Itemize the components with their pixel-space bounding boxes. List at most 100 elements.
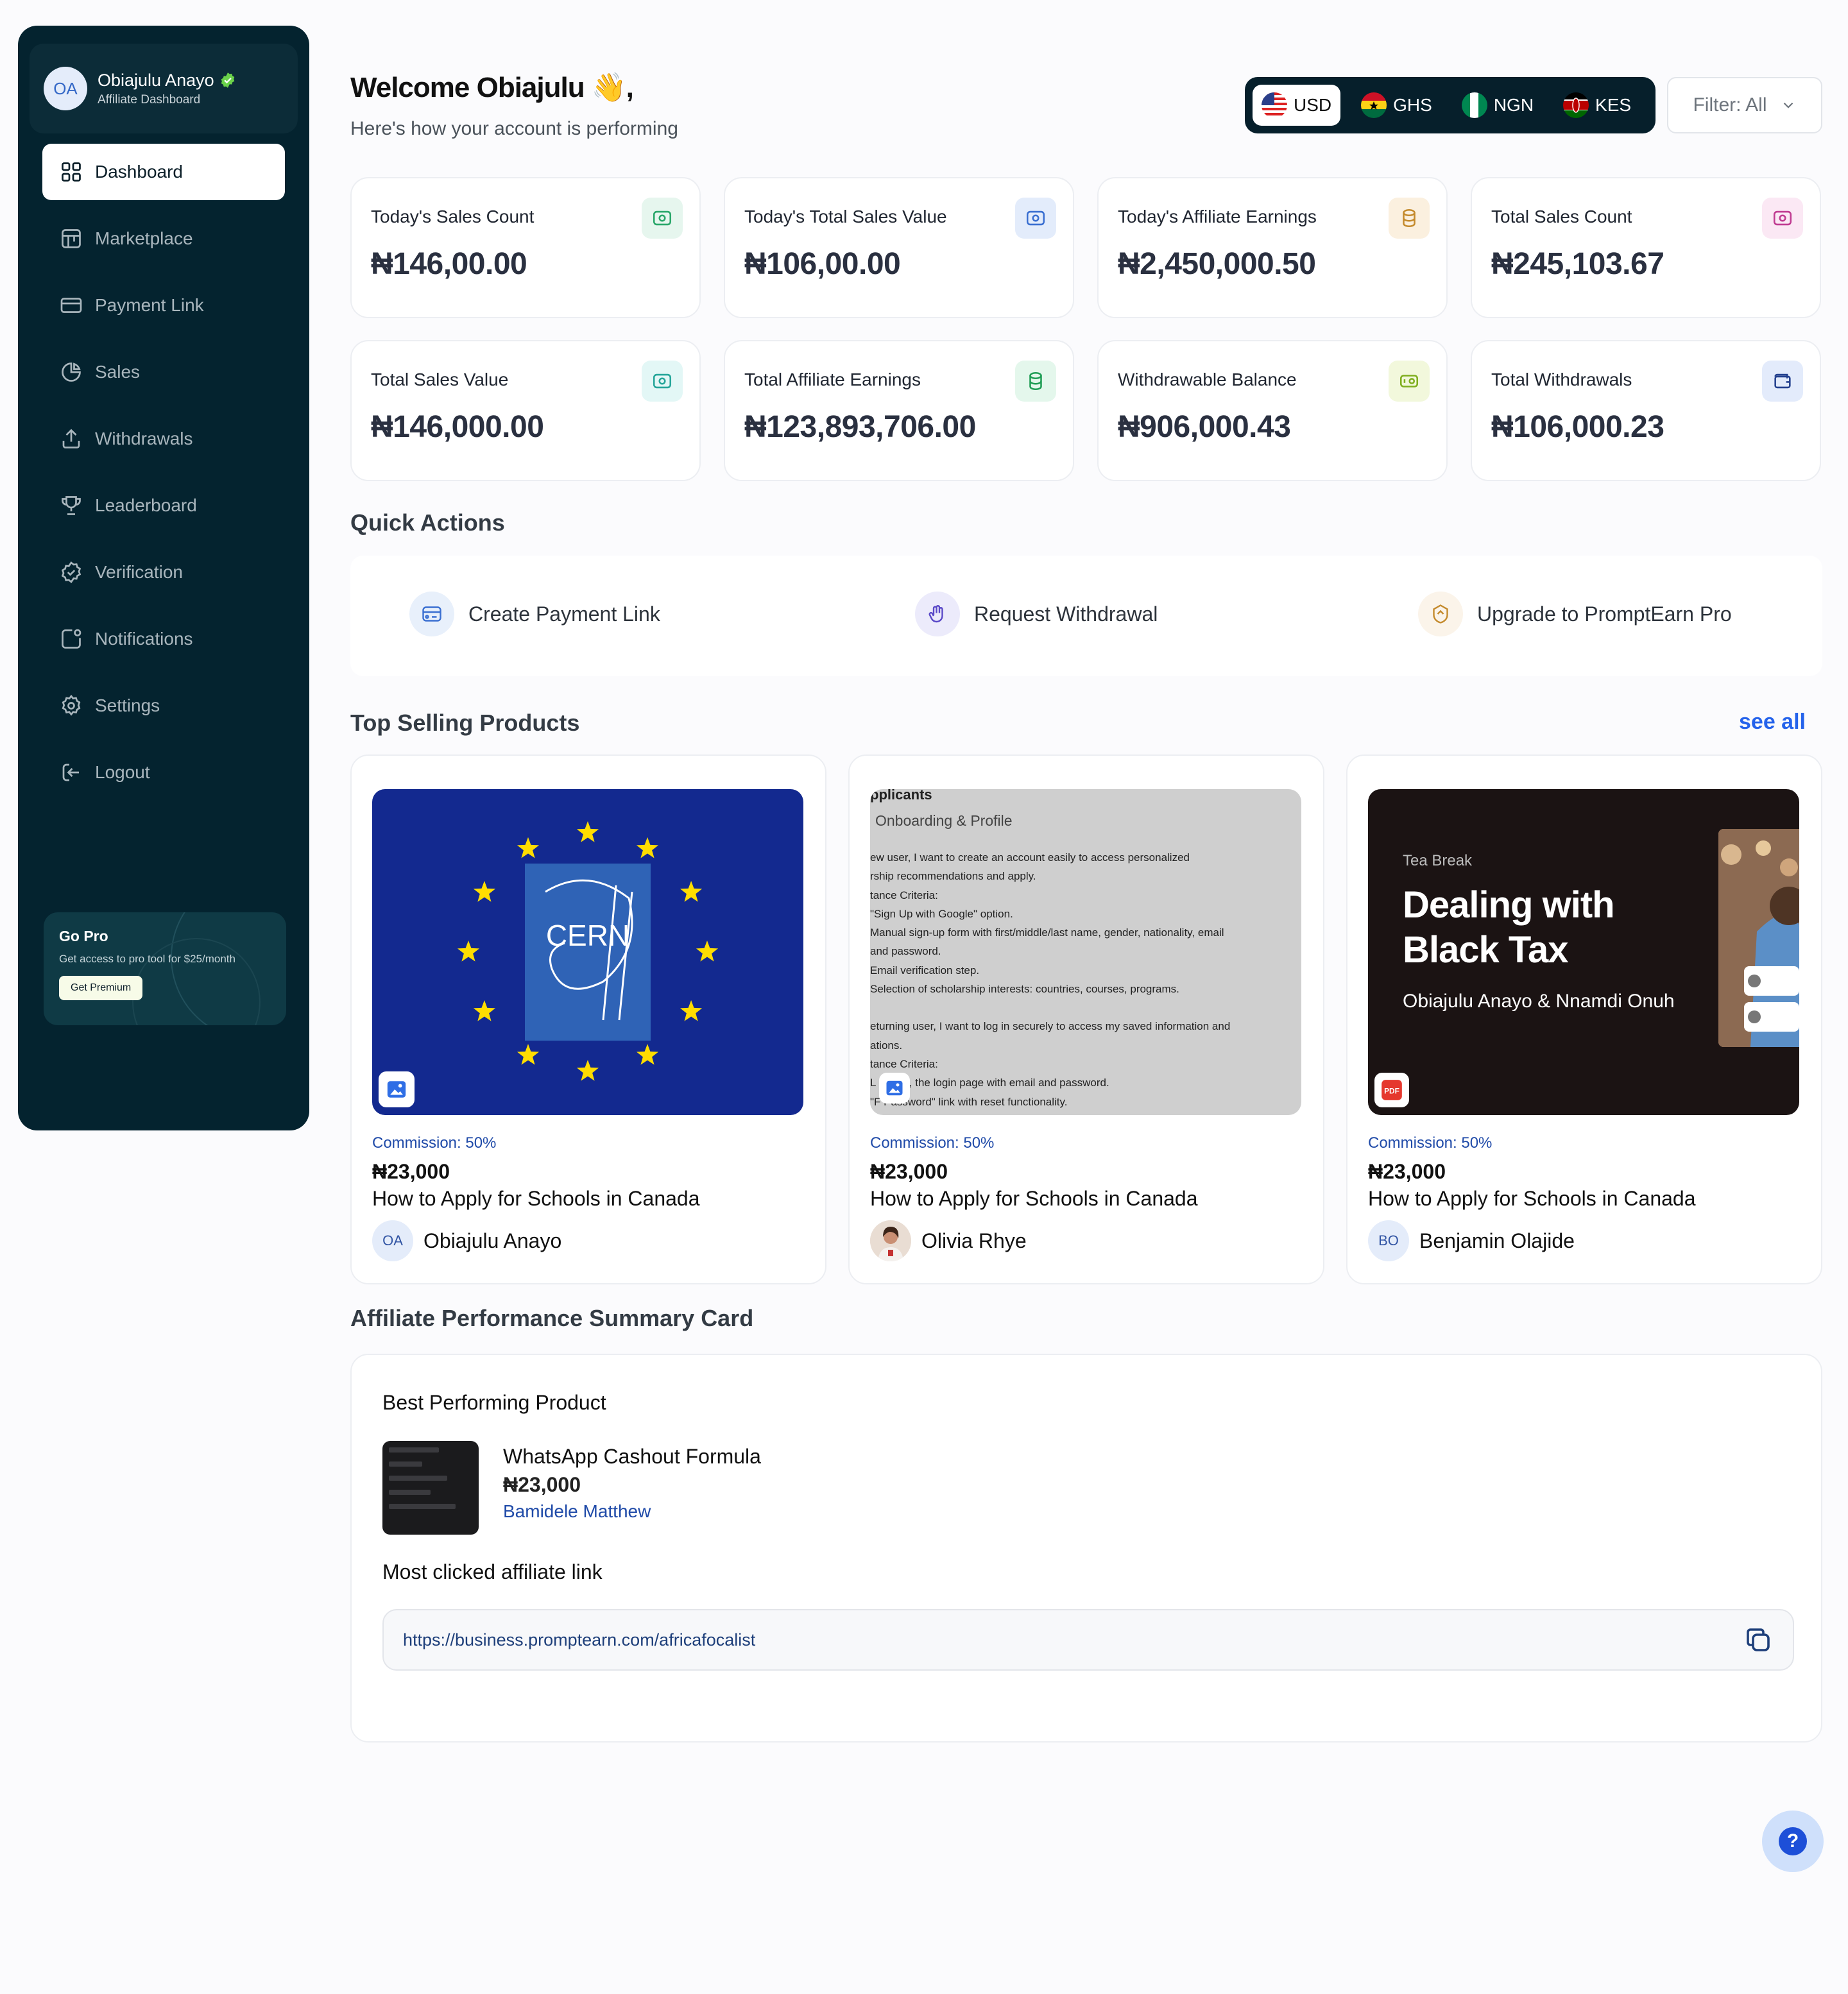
doc-line: rship recommendations and apply. xyxy=(870,870,1036,883)
stat-value: ₦146,000.00 xyxy=(371,410,544,444)
sidebar-item-notifications[interactable]: Notifications xyxy=(42,611,285,667)
product-card[interactable]: Tea Break Dealing with Black Tax Obiajul… xyxy=(1346,754,1822,1284)
currency-ghs[interactable]: GHS xyxy=(1352,85,1441,126)
doc-line: ew user, I want to create an account eas… xyxy=(870,851,1190,864)
stat-label: Total Sales Count xyxy=(1491,207,1632,226)
stat-label: Today's Total Sales Value xyxy=(744,207,947,226)
sidebar-item-logout[interactable]: Logout xyxy=(42,744,285,801)
sidebar-item-payment-link[interactable]: Payment Link xyxy=(42,277,285,334)
coins-icon xyxy=(1015,361,1056,402)
stat-label: Withdrawable Balance xyxy=(1118,370,1297,389)
sidebar-item-label: Settings xyxy=(95,695,160,715)
profile-card[interactable]: OA Obiajulu Anayo Affiliate Dashboard xyxy=(30,44,298,133)
top-products-title: Top Selling Products xyxy=(350,710,580,736)
help-button[interactable]: ? xyxy=(1762,1811,1824,1872)
product-title: How to Apply for Schools in Canada xyxy=(870,1187,1198,1210)
product-card[interactable]: CERN Commission: 50% ₦23,000 How to Appl… xyxy=(350,754,826,1284)
question-icon: ? xyxy=(1779,1827,1807,1855)
qa-label: Request Withdrawal xyxy=(974,602,1158,626)
page-subtitle: Here's how your account is performing xyxy=(350,118,678,139)
sidebar-item-sales[interactable]: Sales xyxy=(42,344,285,400)
star-shape xyxy=(576,1060,599,1081)
pdf-icon: PDF xyxy=(1374,1073,1409,1107)
sidebar-item-label: Notifications xyxy=(95,629,193,649)
stat-card: Total Sales Count ₦245,103.67 xyxy=(1471,177,1821,318)
currency-ngn[interactable]: NGN xyxy=(1453,85,1543,126)
star-shape xyxy=(680,1000,703,1021)
stat-card: Withdrawable Balance ₦906,000.43 xyxy=(1097,340,1448,481)
copy-icon[interactable] xyxy=(1743,1624,1774,1655)
currency-kes[interactable]: KES xyxy=(1554,85,1640,126)
grid-icon xyxy=(59,160,83,184)
create-payment-link-button[interactable]: Create Payment Link xyxy=(409,592,660,636)
star-shape xyxy=(457,941,480,962)
star-shape xyxy=(680,881,703,902)
money-icon xyxy=(1015,198,1056,239)
doc-line: Manual sign-up form with first/middle/la… xyxy=(870,926,1224,939)
image-caption: CERN xyxy=(546,919,629,952)
best-product-seller[interactable]: Bamidele Matthew xyxy=(503,1501,651,1522)
pie-chart-icon xyxy=(59,360,83,384)
performance-summary-card: Best Performing Product WhatsApp Cashout… xyxy=(350,1354,1822,1743)
stat-value: ₦906,000.43 xyxy=(1118,410,1291,444)
sidebar-item-verification[interactable]: Verification xyxy=(42,544,285,601)
money-icon xyxy=(642,198,683,239)
user-name: Obiajulu Anayo xyxy=(98,70,214,90)
sidebar-item-leaderboard[interactable]: Leaderboard xyxy=(42,477,285,534)
author-name: Benjamin Olajide xyxy=(1419,1229,1575,1252)
stat-value: ₦106,00.00 xyxy=(744,247,901,281)
gear-icon xyxy=(59,694,83,718)
sidebar-item-label: Dashboard xyxy=(95,162,183,182)
stat-value: ₦146,00.00 xyxy=(371,247,527,281)
author-name: Olivia Rhye xyxy=(921,1229,1027,1252)
kenya-flag-icon xyxy=(1563,92,1589,118)
stat-card: Total Sales Value ₦146,000.00 xyxy=(350,340,701,481)
sidebar-item-settings[interactable]: Settings xyxy=(42,677,285,734)
avatar: BO xyxy=(1368,1220,1409,1261)
sidebar-item-label: Payment Link xyxy=(95,295,204,315)
doc-line: tance Criteria: xyxy=(870,889,938,901)
cash-icon xyxy=(1389,361,1430,402)
star-shape xyxy=(473,1000,495,1021)
qa-label: Upgrade to PromptEarn Pro xyxy=(1477,602,1732,626)
author-name: Obiajulu Anayo xyxy=(424,1229,562,1252)
commission-label: Commission: 50% xyxy=(870,1134,995,1152)
star-shape xyxy=(636,837,659,858)
filter-label: Filter: All xyxy=(1693,94,1767,115)
best-product-price: ₦23,000 xyxy=(503,1473,581,1496)
best-product-label: Best Performing Product xyxy=(382,1391,606,1414)
product-price: ₦23,000 xyxy=(870,1160,948,1183)
cover-headline: Dealing with Black Tax xyxy=(1403,883,1615,973)
request-withdrawal-button[interactable]: Request Withdrawal xyxy=(915,592,1158,636)
filter-dropdown[interactable]: Filter: All xyxy=(1667,77,1822,133)
image-icon xyxy=(879,1073,910,1104)
svg-text:PDF: PDF xyxy=(1384,1087,1399,1096)
affiliate-link-text[interactable]: https://business.promptearn.com/africafo… xyxy=(403,1630,755,1650)
product-price: ₦23,000 xyxy=(1368,1160,1446,1183)
see-all-link[interactable]: see all xyxy=(1739,710,1806,735)
get-premium-button[interactable]: Get Premium xyxy=(59,976,143,1000)
upload-icon xyxy=(59,427,83,451)
product-card[interactable]: pplicants Onboarding & Profile ew user, … xyxy=(848,754,1324,1284)
product-image: CERN xyxy=(372,789,803,1115)
notification-icon xyxy=(59,627,83,651)
stat-value: ₦245,103.67 xyxy=(1491,247,1664,281)
affiliate-link-field[interactable]: https://business.promptearn.com/africafo… xyxy=(382,1609,1794,1671)
payment-card-icon xyxy=(409,592,454,636)
commission-label: Commission: 50% xyxy=(372,1134,497,1152)
money-icon xyxy=(642,361,683,402)
withdraw-hand-icon xyxy=(915,592,960,636)
stat-value: ₦2,450,000.50 xyxy=(1118,247,1316,281)
sidebar-item-withdrawals[interactable]: Withdrawals xyxy=(42,411,285,467)
avatar: OA xyxy=(44,67,87,110)
product-image: pplicants Onboarding & Profile ew user, … xyxy=(870,789,1301,1115)
currency-usd[interactable]: USD xyxy=(1253,85,1341,126)
best-product-name[interactable]: WhatsApp Cashout Formula xyxy=(503,1445,761,1469)
sidebar-item-label: Leaderboard xyxy=(95,495,197,515)
star-shape xyxy=(576,821,599,842)
doc-line: "Sign Up with Google" option. xyxy=(870,907,1013,920)
sidebar-item-marketplace[interactable]: Marketplace xyxy=(42,210,285,267)
sidebar-item-dashboard[interactable]: Dashboard xyxy=(42,144,285,200)
upgrade-pro-button[interactable]: Upgrade to PromptEarn Pro xyxy=(1418,592,1732,636)
trophy-icon xyxy=(59,493,83,518)
